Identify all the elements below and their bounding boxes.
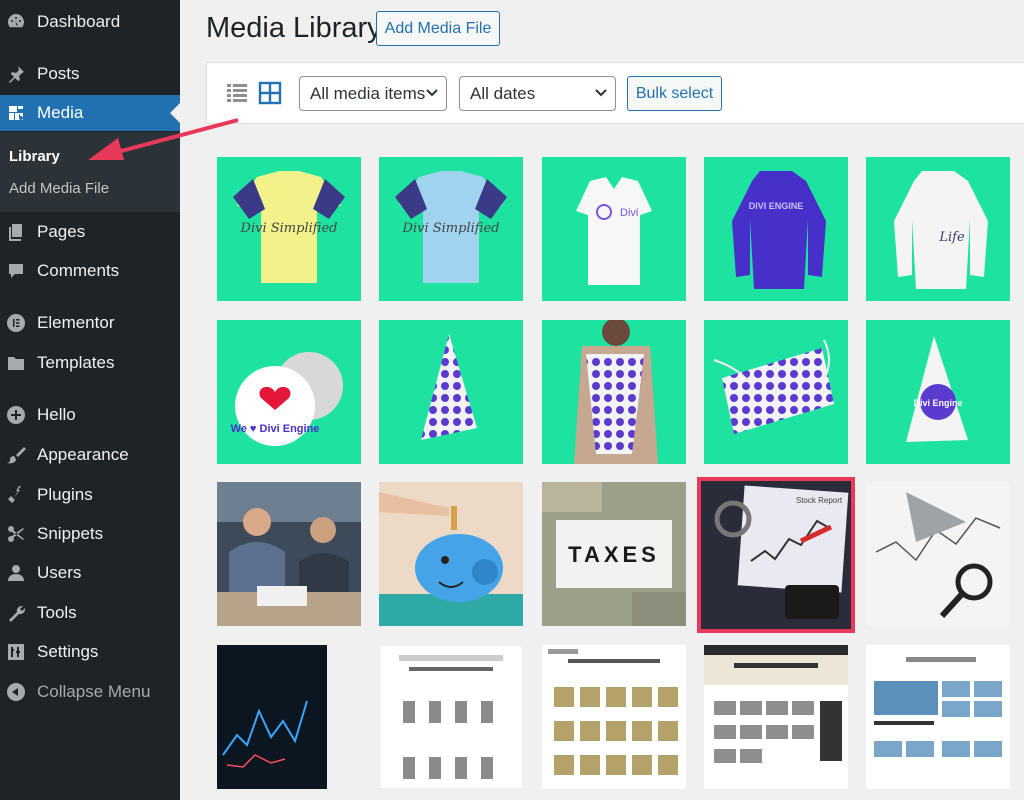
- sidebar-item-users[interactable]: Users: [0, 555, 180, 591]
- media-item-piggy-photo[interactable]: [379, 482, 523, 626]
- media-item-tshirt-blue[interactable]: Divi Simplified: [379, 157, 523, 301]
- submenu-item-add-media-file[interactable]: Add Media File: [9, 180, 109, 197]
- date-filter[interactable]: All dates: [459, 76, 616, 111]
- sidebar-item-settings[interactable]: Settings: [0, 634, 180, 670]
- media-item-charts-photo[interactable]: [866, 482, 1010, 626]
- media-item-hoodie-white[interactable]: Life: [866, 157, 1010, 301]
- media-item-site-products[interactable]: [542, 645, 686, 789]
- active-menu-indicator: [170, 103, 180, 123]
- page-title: Media Library: [206, 12, 382, 44]
- sidebar-item-label: Comments: [37, 261, 120, 280]
- tile-caption: Divi: [620, 207, 638, 219]
- sidebar-item-templates[interactable]: Templates: [0, 345, 180, 381]
- sidebar-item-comments[interactable]: Comments: [0, 253, 180, 289]
- bulk-select-button[interactable]: Bulk select: [627, 76, 722, 111]
- sidebar-item-media[interactable]: Media: [0, 95, 180, 131]
- tile-caption: Life: [938, 230, 965, 245]
- sidebar-item-plugins[interactable]: Plugins: [0, 477, 180, 513]
- sidebar-item-tools[interactable]: Tools: [0, 595, 180, 631]
- list-view-icon[interactable]: [225, 81, 249, 105]
- media-item-button-pin[interactable]: We ♥ Divi Engine: [217, 320, 361, 464]
- sidebar-item-dashboard[interactable]: Dashboard: [0, 4, 180, 40]
- sidebar-item-label: Dashboard: [37, 12, 121, 31]
- media-type-filter-value: All media items: [310, 83, 426, 103]
- sidebar-item-pages[interactable]: Pages: [0, 214, 180, 250]
- brush-icon: [0, 445, 30, 465]
- chevron-down-icon: [426, 89, 438, 97]
- sidebar-item-label: Tools: [37, 603, 77, 622]
- sidebar-item-label: Hello: [37, 405, 76, 424]
- media-item-hoodie-purple[interactable]: DIVI ENGINE: [704, 157, 848, 301]
- sidebar-item-hello[interactable]: Hello: [0, 397, 180, 433]
- sidebar-item-label: Snippets: [37, 524, 104, 543]
- media-item-trading-photo[interactable]: [217, 645, 361, 789]
- sidebar-item-label: Plugins: [37, 485, 93, 504]
- plus-circle-icon: [0, 405, 30, 425]
- media-item-site-carry[interactable]: [704, 645, 848, 789]
- comments-icon: [0, 261, 30, 281]
- media-type-filter[interactable]: All media items: [299, 76, 447, 111]
- add-media-file-button[interactable]: Add Media File: [376, 11, 500, 46]
- sidebar-item-snippets[interactable]: Snippets: [0, 516, 180, 552]
- scissors-icon: [0, 524, 30, 544]
- wrench-icon: [0, 603, 30, 623]
- chevron-down-icon: [595, 89, 607, 97]
- tile-caption: DIVI ENGINE: [749, 201, 804, 211]
- submenu-item-library[interactable]: Library: [9, 148, 60, 165]
- media-submenu: Library Add Media File: [0, 132, 180, 212]
- tile-caption: We ♥ Divi Engine: [231, 423, 320, 435]
- sidebar-item-appearance[interactable]: Appearance: [0, 437, 180, 473]
- admin-sidebar: Dashboard Posts Media Library Add Media …: [0, 0, 180, 800]
- media-item-site-terpenes[interactable]: [379, 645, 523, 789]
- media-item-taxes-photo[interactable]: TAXES: [542, 482, 686, 626]
- user-icon: [0, 563, 30, 583]
- sliders-icon: [0, 642, 30, 662]
- plug-icon: [0, 485, 30, 505]
- folder-icon: [0, 353, 30, 373]
- tile-caption: TAXES: [568, 542, 660, 567]
- tile-caption: Divi Engine: [913, 398, 962, 408]
- collapse-menu-button[interactable]: Collapse Menu: [0, 674, 180, 710]
- media-item-vneck-white[interactable]: Divi: [542, 157, 686, 301]
- elementor-icon: [0, 313, 30, 333]
- pages-icon: [0, 222, 30, 242]
- tile-caption: Divi Simplified: [240, 221, 338, 236]
- media-item-site-cruise[interactable]: [866, 645, 1010, 789]
- sidebar-item-elementor[interactable]: Elementor: [0, 305, 180, 341]
- media-item-tshirt-yellow[interactable]: Divi Simplified: [217, 157, 361, 301]
- date-filter-value: All dates: [470, 83, 536, 103]
- grid-view-icon[interactable]: [258, 81, 282, 105]
- sidebar-item-label: Posts: [37, 64, 80, 83]
- pin-icon: [0, 64, 30, 84]
- media-item-backpack-man[interactable]: [542, 320, 686, 464]
- sidebar-item-label: Media: [37, 103, 84, 122]
- sidebar-item-label: Settings: [37, 642, 99, 661]
- sidebar-item-label: Elementor: [37, 313, 115, 332]
- tile-caption: Divi Simplified: [402, 221, 500, 236]
- media-item-couple-photo[interactable]: [217, 482, 361, 626]
- sidebar-item-label: Collapse Menu: [37, 682, 151, 701]
- sidebar-item-label: Templates: [37, 353, 115, 372]
- dashboard-icon: [0, 12, 30, 32]
- media-icon: [0, 103, 30, 123]
- collapse-icon: [0, 682, 30, 702]
- sidebar-item-label: Users: [37, 563, 82, 582]
- sidebar-item-posts[interactable]: Posts: [0, 56, 180, 92]
- media-item-stock-photo[interactable]: Stock Report: [697, 477, 855, 633]
- media-item-bag-flat[interactable]: [704, 320, 848, 464]
- sidebar-item-label: Appearance: [37, 445, 129, 464]
- sidebar-item-label: Pages: [37, 222, 86, 241]
- media-toolbar: All media items All dates Bulk select: [206, 62, 1024, 124]
- tile-caption: Stock Report: [796, 496, 843, 505]
- media-item-bag-white[interactable]: Divi Engine: [866, 320, 1010, 464]
- media-item-bag-dots[interactable]: [379, 320, 523, 464]
